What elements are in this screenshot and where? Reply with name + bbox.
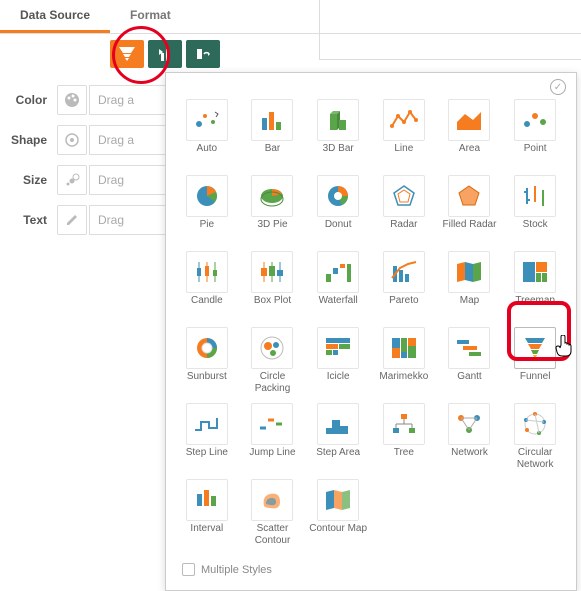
rotate-tool-icon (195, 47, 211, 61)
chart-type-waterfall[interactable]: Waterfall (305, 247, 371, 323)
chart-type-area[interactable]: Area (437, 95, 503, 171)
chart-type-bar[interactable]: Bar (240, 95, 306, 171)
chart-type-popup: ✓ Auto Bar 3D Bar Line Area Point Pie 3D… (165, 72, 577, 591)
pencil-icon[interactable] (57, 205, 87, 235)
chart-type-step-area[interactable]: Step Area (305, 399, 371, 475)
chart-type-gantt[interactable]: Gantt (437, 323, 503, 399)
palette-icon[interactable] (57, 85, 87, 115)
chart-type-circular-network[interactable]: Circular Network (502, 399, 568, 475)
chart-type-stock[interactable]: Stock (502, 171, 568, 247)
prop-size-label: Size (0, 173, 55, 187)
chart-type-tree[interactable]: Tree (371, 399, 437, 475)
shape-icon[interactable] (57, 125, 87, 155)
prop-text-label: Text (0, 213, 55, 227)
chart-type-sunburst[interactable]: Sunburst (174, 323, 240, 399)
chart-type-interval[interactable]: Interval (174, 475, 240, 551)
chart-type-point[interactable]: Point (502, 95, 568, 171)
chart-type-jump-line[interactable]: Jump Line (240, 399, 306, 475)
chart-type-contour-map[interactable]: Contour Map (305, 475, 371, 551)
bars-tool-button[interactable] (148, 40, 182, 68)
funnel-tool-icon (119, 47, 135, 61)
chart-type-pareto[interactable]: Pareto (371, 247, 437, 323)
chart-type-pie[interactable]: Pie (174, 171, 240, 247)
chart-type-treemap[interactable]: Treemap (502, 247, 568, 323)
chart-type-line[interactable]: Line (371, 95, 437, 171)
chart-type-map[interactable]: Map (437, 247, 503, 323)
chart-type-3d-bar[interactable]: 3D Bar (305, 95, 371, 171)
multiple-styles-label: Multiple Styles (201, 564, 272, 576)
chart-type-marimekko[interactable]: Marimekko (371, 323, 437, 399)
chart-type-step-line[interactable]: Step Line (174, 399, 240, 475)
chart-type-filled-radar[interactable]: Filled Radar (437, 171, 503, 247)
chart-type-icicle[interactable]: Icicle (305, 323, 371, 399)
chart-type-box-plot[interactable]: Box Plot (240, 247, 306, 323)
chart-type-donut[interactable]: Donut (305, 171, 371, 247)
rotate-tool-button[interactable] (186, 40, 220, 68)
tab-format[interactable]: Format (110, 0, 191, 33)
multiple-styles-checkbox[interactable] (182, 563, 195, 576)
prop-shape-label: Shape (0, 133, 55, 147)
chart-type-candle[interactable]: Candle (174, 247, 240, 323)
confirm-check-icon[interactable]: ✓ (550, 79, 566, 95)
chart-type-scatter-contour[interactable]: Scatter Contour (240, 475, 306, 551)
chart-type-network[interactable]: Network (437, 399, 503, 475)
chart-type-radar[interactable]: Radar (371, 171, 437, 247)
chart-type-funnel[interactable]: Funnel (502, 323, 568, 399)
chart-type-circle-packing[interactable]: Circle Packing (240, 323, 306, 399)
bars-tool-icon (157, 47, 173, 61)
chart-type-3d-pie[interactable]: 3D Pie (240, 171, 306, 247)
size-icon[interactable] (57, 165, 87, 195)
prop-color-label: Color (0, 93, 55, 107)
funnel-tool-button[interactable] (110, 40, 144, 68)
tab-data-source[interactable]: Data Source (0, 0, 110, 33)
chart-type-auto[interactable]: Auto (174, 95, 240, 171)
